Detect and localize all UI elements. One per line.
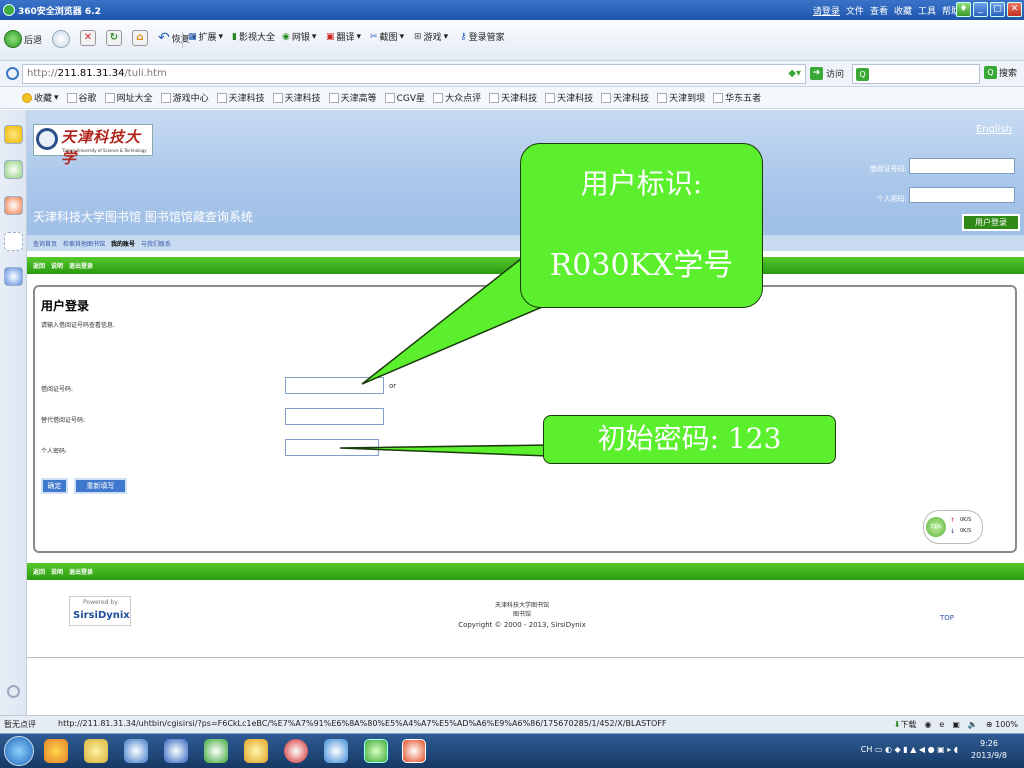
callout-pointer-password	[339, 444, 549, 457]
taskbar-outlook-icon[interactable]	[124, 739, 148, 763]
user-id-callout-value: R030KX学号	[549, 248, 734, 283]
browser-status-bar: 暂无点评 http://211.81.31.34/uhtbin/cgisirsi…	[0, 715, 1024, 733]
user-id-callout: 用户标识: R030KX学号	[520, 143, 763, 308]
input-language[interactable]: CH	[861, 745, 873, 754]
ie-icon[interactable]: e	[939, 720, 944, 729]
tray-icons: CH ▭ ◐ ◆ ▮ ▲ ◀ ● ▣ ▸ ◖	[860, 745, 958, 754]
taskbar-folder-icon[interactable]	[84, 739, 108, 763]
status-url: http://211.81.31.34/uhtbin/cgisirsi/?ps=…	[58, 719, 667, 728]
taskbar-media-icon[interactable]	[284, 739, 308, 763]
zoom-level: 100%	[995, 720, 1018, 729]
user-id-callout-title: 用户标识:	[580, 167, 703, 200]
taskbar-edit-icon[interactable]	[324, 739, 348, 763]
zoom-icon: ⊕	[985, 720, 993, 729]
callout-pointers	[339, 238, 584, 457]
clock[interactable]: 9:26 2013/9/8	[964, 738, 1014, 762]
windows-taskbar: CH ▭ ◐ ◆ ▮ ▲ ◀ ● ▣ ▸ ◖ 9:26 2013/9/8	[0, 733, 1024, 768]
clock-time: 9:26	[980, 739, 998, 748]
zoom-control[interactable]: ⊕ 100%	[986, 720, 1018, 729]
shield-status-icon[interactable]: ◉	[924, 720, 931, 729]
taskbar-sprite-icon[interactable]	[244, 739, 268, 763]
start-button[interactable]	[4, 736, 34, 766]
taskbar-player-icon[interactable]	[164, 739, 188, 763]
window-icon[interactable]: ▣	[952, 720, 960, 729]
taskbar-pinwheel-icon[interactable]	[204, 739, 228, 763]
password-callout: 初始密码: 123	[543, 415, 836, 464]
taskbar-360-browser-icon[interactable]	[364, 739, 388, 763]
review-status[interactable]: 暂无点评	[4, 719, 36, 730]
taskbar-ppt-icon[interactable]	[402, 739, 426, 763]
volume-icon[interactable]: 🔈	[968, 720, 978, 729]
clock-date: 2013/9/8	[971, 751, 1007, 760]
taskbar-app-icon[interactable]	[44, 739, 68, 763]
download-button[interactable]: ⬇下载	[894, 719, 917, 730]
status-tools: ⬇下载 ◉ e ▣ 🔈 ⊕ 100%	[894, 719, 1018, 730]
download-label: 下载	[900, 720, 917, 729]
